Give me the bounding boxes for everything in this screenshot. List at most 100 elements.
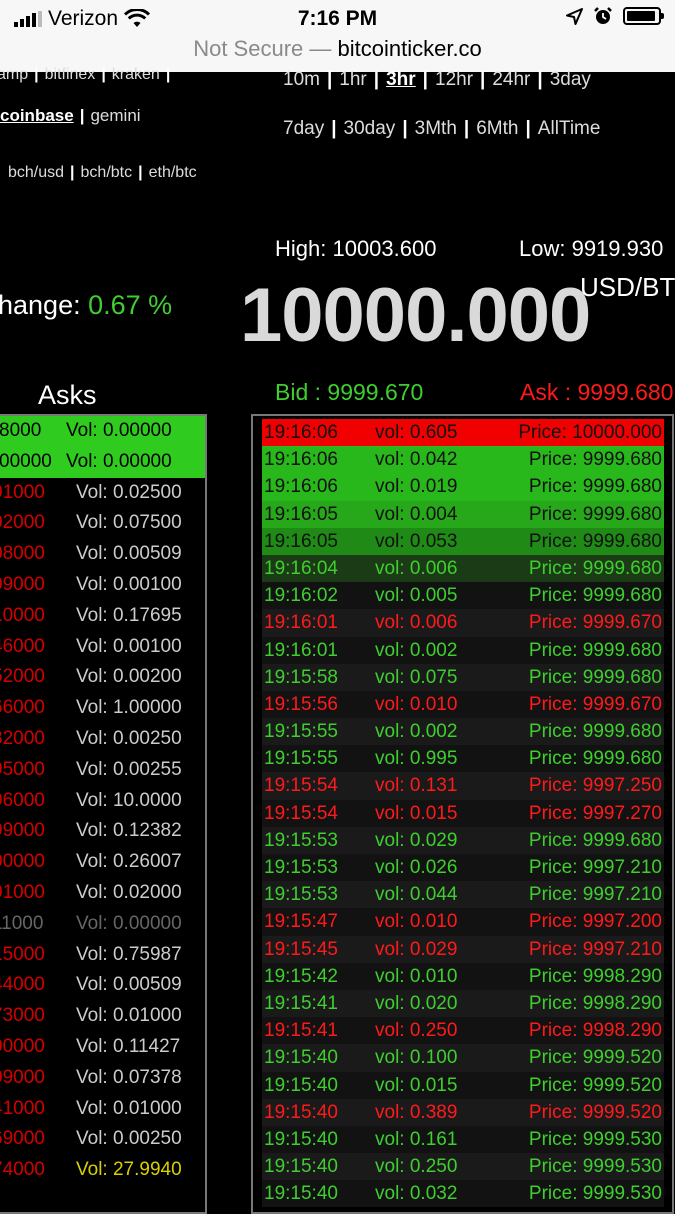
ask-row-vol: Vol: 0.00000 (66, 450, 172, 472)
ask-row: 10000 Vol: 0.17695 (0, 601, 205, 632)
trade-time: 19:15:53 (264, 884, 338, 906)
trade-price: Price: 9999.680 (528, 639, 662, 661)
trade-time: 19:16:06 (264, 449, 338, 471)
trade-time: 19:16:01 (264, 612, 338, 634)
exchange-link-amp[interactable]: amp (0, 66, 28, 83)
ask-row-price: 82000 (0, 727, 45, 749)
pair-link-bch-usd[interactable]: bch/usd (8, 164, 64, 181)
trade-time: 19:15:55 (264, 721, 338, 743)
range-nav-row2: 7day | 30day | 3Mth | 6Mth | AllTime (283, 118, 601, 139)
trade-vol: vol: 0.044 (375, 884, 458, 906)
ask-row: 09000 Vol: 0.00100 (0, 570, 205, 601)
exchange-link-bitfinex[interactable]: bitfinex (45, 66, 96, 83)
ask-row-price: 00000 (0, 1035, 45, 1057)
ask-row-vol: Vol: 0.17695 (76, 604, 182, 626)
trade-row: 19:15:45 vol: 0.029 Price: 9997.210 (262, 935, 664, 963)
exchange-nav-row1: amp | bitfinex | kraken | (0, 66, 176, 84)
range-10m[interactable]: 10m (283, 69, 320, 90)
range-12hr[interactable]: 12hr (435, 69, 473, 90)
ask-row: 00000 Vol: 0.11427 (0, 1032, 205, 1063)
ask-row-price: 02000 (0, 512, 45, 534)
change-label: hange: (0, 290, 81, 320)
ask-row-price: 01000 (0, 881, 45, 903)
ask-row-price: 96000 (0, 789, 45, 811)
trade-price: Price: 10000.000 (518, 422, 662, 443)
exchange-link-kraken[interactable]: kraken (112, 66, 160, 83)
trade-row: 19:15:40 vol: 0.161 Price: 9999.530 (262, 1125, 664, 1154)
trade-time: 19:15:40 (264, 1156, 338, 1178)
exchange-nav-row2: coinbase | gemini (0, 106, 141, 125)
ask-row-price: 46000 (0, 635, 45, 657)
pair-link-bch-btc[interactable]: bch/btc (81, 164, 133, 181)
range-6mth[interactable]: 6Mth (476, 118, 518, 139)
address-bar[interactable]: Not Secure — bitcointicker.co (0, 36, 675, 62)
ask-row-vol: Vol: 0.00100 (76, 573, 182, 595)
trade-time: 19:15:42 (264, 965, 338, 987)
range-alltime[interactable]: AllTime (538, 118, 601, 139)
trade-row: 19:15:41 vol: 0.250 Price: 9998.290 (262, 1017, 664, 1045)
trade-time: 19:16:06 (264, 422, 338, 443)
trade-price: Price: 9999.680 (528, 530, 662, 552)
ask-row-price: 69000 (0, 1128, 45, 1150)
trade-row: 19:15:53 vol: 0.029 Price: 9999.680 (262, 826, 664, 854)
ask-row-price: 52000 (0, 666, 45, 688)
ask-row-vol: Vol: 0.12382 (76, 820, 182, 842)
trade-price: Price: 9999.680 (528, 503, 662, 525)
alarm-clock-icon (594, 7, 612, 24)
trades-panel[interactable]: 19:16:06 vol: 0.605 Price: 10000.000 19:16:… (251, 414, 674, 1214)
trade-time: 19:15:56 (264, 693, 338, 715)
trade-price: Price: 9999.680 (528, 829, 662, 851)
range-3day[interactable]: 3day (550, 69, 591, 90)
range-3hr[interactable]: 3hr (386, 69, 416, 90)
ask-row-price: 09000 (0, 1066, 45, 1088)
trade-price: Price: 9997.210 (528, 884, 662, 906)
pair-nav: bch/usd | bch/btc | eth/btc (8, 164, 197, 181)
range-30day[interactable]: 30day (344, 118, 396, 139)
range-3mth[interactable]: 3Mth (415, 118, 457, 139)
trade-time: 19:16:01 (264, 639, 338, 661)
trade-vol: vol: 0.005 (375, 585, 458, 607)
trade-vol: vol: 0.002 (375, 639, 458, 661)
trade-price: Price: 9999.670 (528, 693, 662, 715)
range-1hr[interactable]: 1hr (339, 69, 366, 90)
trade-price: Price: 9997.210 (528, 938, 662, 960)
asks-panel[interactable]: 8000 Vol: 0.00000 00000 Vol: 0.00000 01000 Vo… (0, 414, 207, 1214)
trade-price: Price: 9999.670 (528, 612, 662, 634)
trade-price: Price: 9999.520 (528, 1101, 662, 1123)
bid-price: Bid : 9999.670 (275, 379, 424, 405)
trade-price: Price: 9997.250 (528, 775, 662, 797)
trade-vol: vol: 0.389 (375, 1101, 458, 1123)
ask-row: 09000 Vol: 0.07378 (0, 1063, 205, 1094)
trade-row: 19:15:54 vol: 0.131 Price: 9997.250 (262, 772, 664, 800)
trade-time: 19:15:47 (264, 911, 338, 933)
range-7day[interactable]: 7day (283, 118, 324, 139)
ask-row: 52000 Vol: 0.00200 (0, 662, 205, 693)
ask-row: 73000 Vol: 0.01000 (0, 1001, 205, 1032)
trade-row: 19:15:40 vol: 0.015 Price: 9999.520 (262, 1071, 664, 1099)
trade-price: Price: 9999.680 (528, 585, 662, 607)
ask-row-price: 10000 (0, 604, 45, 626)
ask-row: 44000 Vol: 0.00509 (0, 970, 205, 1001)
ask-row-vol: Vol: 0.00200 (76, 666, 182, 688)
ask-row-price: 01000 (0, 481, 45, 503)
exchange-link-gemini[interactable]: gemini (90, 106, 140, 125)
trade-vol: vol: 0.100 (375, 1047, 458, 1069)
trade-row: 19:16:01 vol: 0.002 Price: 9999.680 (262, 636, 664, 664)
trade-row: 19:15:56 vol: 0.010 Price: 9999.670 (262, 690, 664, 719)
ask-row-vol: Vol: 0.02000 (76, 881, 182, 903)
range-24hr[interactable]: 24hr (492, 69, 530, 90)
trade-row: 19:16:04 vol: 0.006 Price: 9999.680 (262, 554, 664, 583)
pair-link-eth-btc[interactable]: eth/btc (149, 164, 197, 181)
trade-price: Price: 9999.520 (528, 1074, 662, 1096)
trade-time: 19:15:41 (264, 1020, 338, 1042)
trade-row: 19:15:55 vol: 0.995 Price: 9999.680 (262, 745, 664, 773)
exchange-link-coinbase[interactable]: coinbase (0, 106, 74, 125)
trade-time: 19:15:40 (264, 1047, 338, 1069)
trade-vol: vol: 0.029 (375, 938, 458, 960)
trade-vol: vol: 0.250 (375, 1020, 458, 1042)
trade-vol: vol: 0.020 (375, 992, 458, 1014)
trade-price: Price: 9997.270 (528, 802, 662, 824)
trade-row: 19:16:05 vol: 0.053 Price: 9999.680 (262, 527, 664, 555)
trade-vol: vol: 0.032 (375, 1183, 458, 1205)
trade-row: 19:15:40 vol: 0.100 Price: 9999.520 (262, 1044, 664, 1072)
